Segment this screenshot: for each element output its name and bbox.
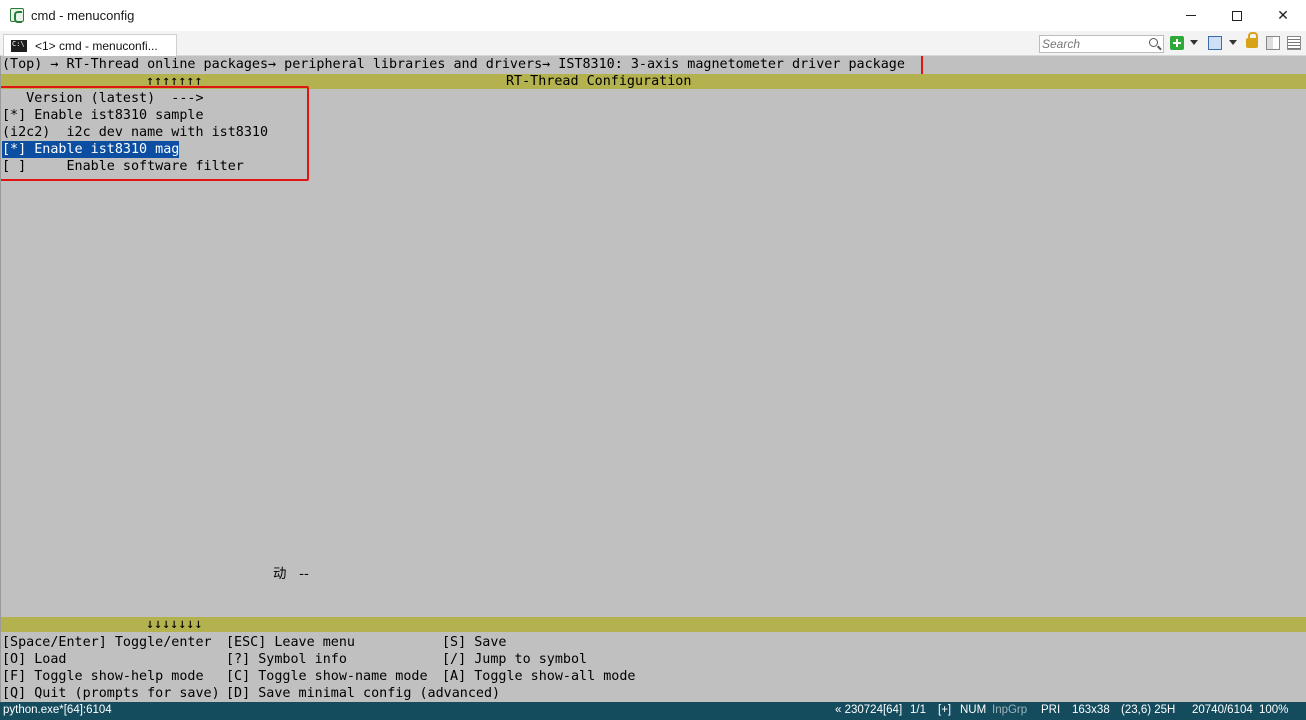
layout-dropdown-icon[interactable]: [1229, 40, 1237, 45]
help-key-save: [S] Save: [442, 635, 507, 650]
bottom-bar: ↓↓↓↓↓↓↓: [1, 617, 1306, 632]
console-tab[interactable]: <1> cmd - menuconfi...: [3, 34, 177, 56]
conemu-app-icon: [10, 8, 24, 23]
tab-toolbar: <1> cmd - menuconfi...: [0, 31, 1306, 56]
status-plus[interactable]: [+]: [938, 704, 951, 716]
list-icon[interactable]: [1287, 36, 1301, 50]
layout-icon[interactable]: [1208, 36, 1222, 50]
status-process: python.exe*[64]:6104: [3, 704, 112, 716]
status-zoom[interactable]: 100%: [1259, 704, 1288, 716]
status-pid[interactable]: 20740/6104: [1192, 704, 1253, 716]
breadcrumb: (Top) → RT-Thread online packages→ perip…: [2, 57, 905, 72]
menu-item-enable-mag[interactable]: [*] Enable ist8310 mag: [2, 141, 180, 158]
close-icon: ✕: [1277, 7, 1289, 23]
window-title: cmd - menuconfig: [31, 8, 135, 23]
minimize-button[interactable]: [1168, 0, 1214, 31]
help-key-show-help: [F] Toggle show-help mode: [2, 669, 204, 684]
help-key-quit: [Q] Quit (prompts for save): [2, 686, 220, 701]
maximize-button[interactable]: [1214, 0, 1260, 31]
bottom-scroll-arrows: ↓↓↓↓↓↓↓: [146, 617, 203, 632]
console-area[interactable]: (Top) → RT-Thread online packages→ perip…: [0, 56, 1306, 702]
ime-indicator: 动 --: [273, 567, 309, 582]
help-key-save-minimal: [D] Save minimal config (advanced): [226, 686, 501, 701]
help-key-show-name: [C] Toggle show-name mode: [226, 669, 428, 684]
new-console-dropdown-icon[interactable]: [1190, 40, 1198, 45]
status-bar: python.exe*[64]:6104 « 230724[64] 1/1 [+…: [0, 702, 1306, 720]
search-input[interactable]: [1042, 37, 1142, 51]
cmd-console-icon: [11, 39, 27, 52]
status-build[interactable]: « 230724[64]: [835, 704, 902, 716]
lock-icon[interactable]: [1246, 32, 1258, 48]
help-key-toggle-enter: [Space/Enter] Toggle/enter: [2, 635, 212, 650]
panel-icon[interactable]: [1266, 36, 1280, 50]
help-key-leave-menu: [ESC] Leave menu: [226, 635, 355, 650]
menu-item-i2c-dev-name[interactable]: (i2c2) i2c dev name with ist8310: [2, 124, 268, 141]
help-key-load: [O] Load: [2, 652, 67, 667]
menu-item-software-filter[interactable]: [ ] Enable software filter: [2, 158, 244, 175]
menu-item-version[interactable]: Version (latest) --->: [2, 90, 203, 107]
status-cursor[interactable]: (23,6) 25H: [1121, 704, 1175, 716]
status-pri[interactable]: PRI: [1041, 704, 1060, 716]
new-console-icon[interactable]: [1170, 36, 1184, 50]
help-key-symbol-info: [?] Symbol info: [226, 652, 347, 667]
minimize-icon: [1186, 15, 1196, 16]
maximize-icon: [1232, 10, 1242, 21]
tab-label: <1> cmd - menuconfi...: [35, 38, 158, 53]
status-size[interactable]: 163x38: [1072, 704, 1110, 716]
status-pages[interactable]: 1/1: [910, 704, 926, 716]
help-key-jump-symbol: [/] Jump to symbol: [442, 652, 588, 667]
config-title-bar: ↑↑↑↑↑↑↑ RT-Thread Configuration: [1, 74, 1306, 89]
title-bar: cmd - menuconfig ✕: [0, 0, 1306, 31]
close-button[interactable]: ✕: [1260, 0, 1306, 31]
status-inpgrp[interactable]: InpGrp: [992, 704, 1027, 716]
search-icon[interactable]: [1149, 38, 1158, 47]
help-key-show-all: [A] Toggle show-all mode: [442, 669, 636, 684]
search-box[interactable]: [1039, 35, 1164, 53]
top-scroll-arrows: ↑↑↑↑↑↑↑: [146, 74, 203, 89]
status-num[interactable]: NUM: [960, 704, 986, 716]
menu-item-enable-sample[interactable]: [*] Enable ist8310 sample: [2, 107, 204, 124]
config-title: RT-Thread Configuration: [506, 74, 692, 89]
